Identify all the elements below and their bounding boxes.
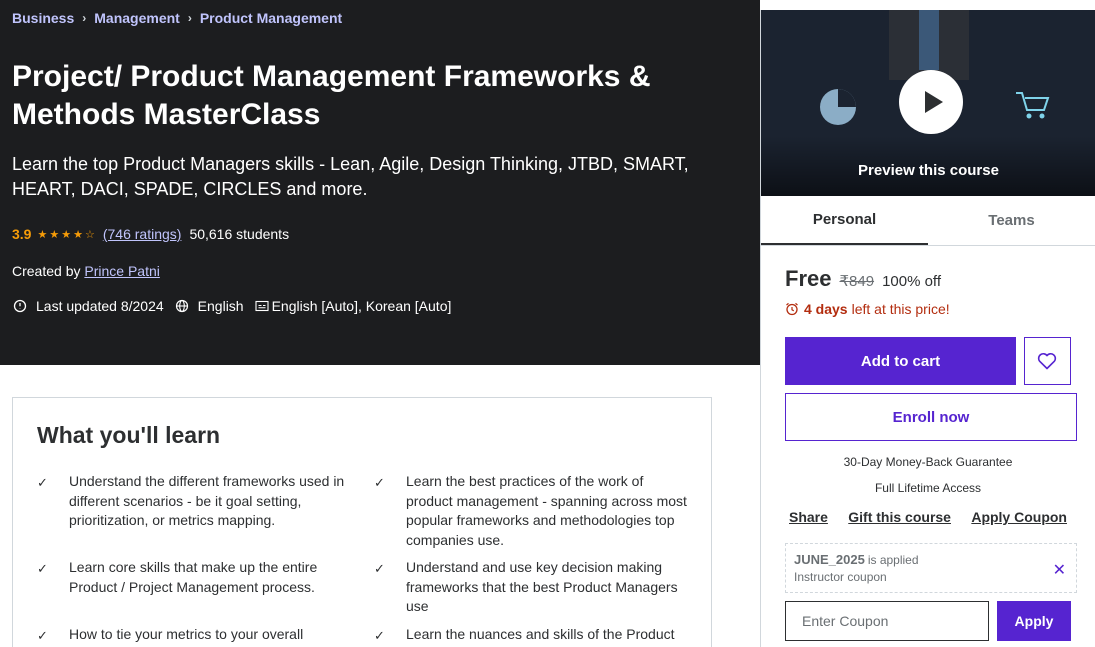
star-full-icon: ★ [37, 228, 48, 241]
gift-course-link[interactable]: Gift this course [848, 509, 951, 525]
share-link[interactable]: Share [789, 509, 828, 525]
coupon-applied-text: is applied [867, 553, 919, 567]
list-item: ✓ How to tie your metrics to your overal… [37, 625, 352, 646]
rating-value: 3.9 [12, 226, 32, 242]
applied-coupon: JUNE_2025 is applied Instructor coupon ✕ [785, 543, 1077, 593]
what-youll-learn: What you'll learn ✓ Understand the diffe… [12, 397, 712, 647]
cart-actions: Add to cart [785, 337, 1071, 385]
price-current: Free [785, 266, 832, 291]
add-to-cart-button[interactable]: Add to cart [785, 337, 1016, 385]
breadcrumb-product-management[interactable]: Product Management [200, 10, 342, 26]
list-item: ✓ Learn core skills that make up the ent… [37, 558, 352, 597]
closed-captions-icon [254, 298, 270, 314]
learn-item-text: Learn the best practices of the work of … [406, 473, 687, 548]
rating-stars: ★ ★ ★ ★ ☆ [37, 228, 94, 241]
check-icon: ✓ [37, 475, 48, 490]
enroll-now-button[interactable]: Enroll now [785, 393, 1077, 441]
course-preview[interactable]: Preview this course [761, 10, 1095, 196]
pie-chart-icon [820, 89, 856, 125]
coupon-code: JUNE_2025 is applied [794, 552, 1068, 567]
purchase-sidebar: Preview this course Personal Teams Free … [760, 10, 1095, 647]
lifetime-access: Full Lifetime Access [874, 481, 982, 495]
learn-item-text: Learn core skills that make up the entir… [69, 559, 318, 595]
alarm-clock-icon [785, 302, 799, 316]
check-icon: ✓ [374, 561, 385, 576]
check-icon: ✓ [374, 628, 385, 643]
alert-badge-icon [12, 298, 28, 314]
created-by-label: Created by [12, 263, 85, 279]
star-full-icon: ★ [49, 228, 60, 241]
course-meta: Last updated 8/2024 English English [Aut… [12, 298, 461, 314]
play-button[interactable] [899, 70, 963, 134]
pricing-tabs: Personal Teams [761, 196, 1095, 246]
check-icon: ✓ [37, 628, 48, 643]
price-row: Free ₹849 100% off [785, 266, 1071, 292]
money-back-guarantee: 30-Day Money-Back Guarantee [843, 455, 1013, 469]
tab-personal[interactable]: Personal [761, 196, 928, 245]
ratings-count-link[interactable]: (746 ratings) [103, 226, 182, 242]
apply-coupon-link[interactable]: Apply Coupon [971, 509, 1067, 525]
last-updated: Last updated 8/2024 [12, 298, 164, 314]
list-item: ✓ Understand the different frameworks us… [37, 472, 352, 531]
check-icon: ✓ [37, 561, 48, 576]
price-discount: 100% off [882, 273, 942, 290]
tab-teams[interactable]: Teams [928, 196, 1095, 245]
course-subtitle: Learn the top Product Managers skills - … [12, 154, 689, 199]
captions-text: English [Auto], Korean [Auto] [271, 298, 452, 314]
price-deadline: 4 days left at this price! [785, 301, 1071, 317]
shopping-cart-icon [1016, 92, 1050, 119]
last-updated-text: Last updated 8/2024 [36, 298, 164, 314]
list-item: ✓ Learn the best practices of the work o… [374, 472, 689, 550]
list-item: ✓ Understand and use key decision making… [374, 558, 689, 617]
preview-tie-image [919, 10, 939, 70]
preview-label: Preview this course [858, 162, 999, 179]
rating-row: 3.9 ★ ★ ★ ★ ☆ (746 ratings) 50,616 stude… [12, 226, 289, 242]
breadcrumb: Business › Management › Product Manageme… [12, 10, 342, 26]
course-header: Business › Management › Product Manageme… [0, 0, 760, 365]
star-full-icon: ★ [73, 228, 83, 241]
globe-icon [174, 298, 190, 314]
breadcrumb-business[interactable]: Business [12, 10, 74, 26]
star-empty-icon: ☆ [84, 228, 95, 241]
price-original: ₹849 [839, 273, 875, 290]
price-block: Free ₹849 100% off 4 days left at this p… [761, 266, 1095, 641]
list-item: ✓ Learn the nuances and skills of the Pr… [374, 625, 689, 646]
students-count: 50,616 students [189, 226, 290, 242]
language-text: English [197, 298, 244, 314]
coupon-input[interactable] [785, 601, 989, 641]
close-icon[interactable]: ✕ [1053, 560, 1066, 580]
apply-coupon-button[interactable]: Apply [997, 601, 1071, 641]
chevron-right-icon: › [187, 11, 192, 25]
deadline-text: left at this price! [851, 301, 950, 317]
coupon-form: Apply [785, 601, 1071, 641]
language: English [174, 298, 244, 314]
play-icon [924, 91, 943, 113]
learn-item-text: Understand the different frameworks used… [69, 473, 345, 528]
star-full-icon: ★ [61, 228, 72, 241]
heart-icon [1038, 352, 1057, 370]
deadline-days: 4 days [804, 301, 848, 317]
course-page: Business › Management › Product Manageme… [0, 0, 1095, 647]
created-by: Created by Prince Patni [12, 263, 160, 279]
course-title: Project/ Product Management Frameworks &… [12, 60, 651, 131]
coupon-code-text: JUNE_2025 [794, 552, 865, 567]
captions: English [Auto], Korean [Auto] [254, 298, 452, 314]
coupon-type: Instructor coupon [794, 570, 887, 584]
learn-item-text: Understand and use key decision making f… [406, 559, 678, 614]
learn-item-text: How to tie your metrics to your overall [69, 626, 304, 642]
check-icon: ✓ [374, 475, 385, 490]
learn-item-text: Learn the nuances and skills of the Prod… [406, 626, 675, 642]
wishlist-button[interactable] [1023, 337, 1071, 385]
breadcrumb-management[interactable]: Management [94, 10, 180, 26]
learn-heading: What you'll learn [37, 422, 221, 448]
sidebar-links: Share Gift this course Apply Coupon [785, 509, 1071, 525]
author-link[interactable]: Prince Patni [84, 263, 159, 279]
chevron-right-icon: › [82, 11, 87, 25]
